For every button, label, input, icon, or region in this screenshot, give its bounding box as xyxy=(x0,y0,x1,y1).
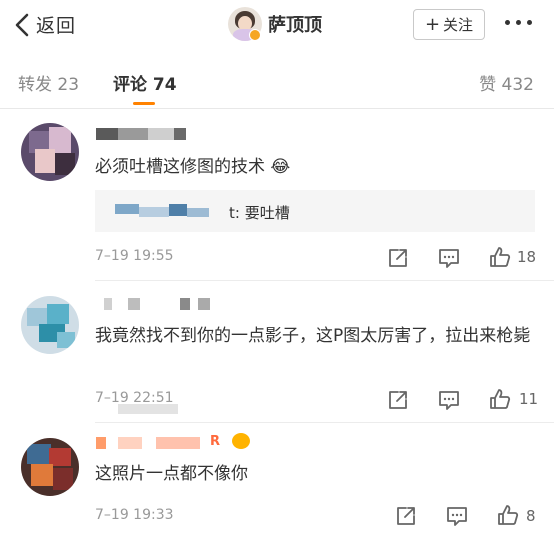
more-options-button[interactable] xyxy=(505,20,532,25)
tab-like[interactable]: 赞 432 xyxy=(479,70,534,95)
active-tab-indicator xyxy=(133,102,155,105)
like-count: 18 xyxy=(517,248,537,266)
follow-button[interactable]: + 关注 xyxy=(413,9,485,40)
comment-time: 7–19 19:55 xyxy=(95,248,174,264)
comment-time: 7–19 19:33 xyxy=(95,507,174,523)
comment-divider xyxy=(95,280,554,281)
like-count: 8 xyxy=(526,507,536,525)
forward-icon[interactable] xyxy=(394,505,418,527)
tab-divider xyxy=(0,108,554,109)
comment-text: 这照片一点都不像你 xyxy=(95,464,248,484)
top-nav: 返回 萨顶顶 + 关注 xyxy=(0,0,554,50)
comment-divider xyxy=(95,422,554,423)
back-button[interactable]: 返回 xyxy=(14,11,76,38)
username-blurred[interactable] xyxy=(96,298,216,312)
avatar[interactable] xyxy=(21,296,79,354)
comment-icon[interactable] xyxy=(445,505,469,527)
verified-badge-icon xyxy=(249,29,261,41)
back-label: 返回 xyxy=(36,15,77,37)
comment-text: 我竟然找不到你的一点影子，这P图太厉害了，拉出来枪毙 xyxy=(95,326,531,346)
username-suffix: R xyxy=(210,434,221,449)
like-icon[interactable] xyxy=(488,246,512,268)
author-profile[interactable]: 萨顶顶 xyxy=(228,7,322,41)
username-blurred[interactable]: R xyxy=(96,433,256,451)
like-icon[interactable] xyxy=(488,388,512,410)
plus-icon: + xyxy=(424,13,441,35)
chevron-left-icon xyxy=(15,13,29,36)
comment-text: 必须吐槽这修图的技术 😂 xyxy=(95,157,291,177)
like-icon[interactable] xyxy=(496,504,520,526)
avatar[interactable] xyxy=(21,438,79,496)
comment-icon[interactable] xyxy=(437,389,461,411)
blur-overlay xyxy=(118,404,178,414)
forward-icon[interactable] xyxy=(386,247,410,269)
member-crown-icon xyxy=(232,433,250,449)
reply-preview[interactable]: t: 要吐槽 xyxy=(95,190,535,232)
follow-label: 关注 xyxy=(443,16,474,34)
tab-comment[interactable]: 评论 74 xyxy=(113,70,177,95)
username-blurred[interactable] xyxy=(96,128,196,142)
author-name[interactable]: 萨顶顶 xyxy=(268,11,322,37)
like-count: 11 xyxy=(519,390,539,408)
comment-icon[interactable] xyxy=(437,247,461,269)
tab-forward[interactable]: 转发 23 xyxy=(18,70,79,95)
forward-icon[interactable] xyxy=(386,389,410,411)
avatar[interactable] xyxy=(21,123,79,181)
reply-text: t: 要吐槽 xyxy=(229,204,290,222)
tab-bar: 转发 23 评论 74 赞 432 xyxy=(0,50,554,112)
more-dots-icon xyxy=(505,20,510,25)
